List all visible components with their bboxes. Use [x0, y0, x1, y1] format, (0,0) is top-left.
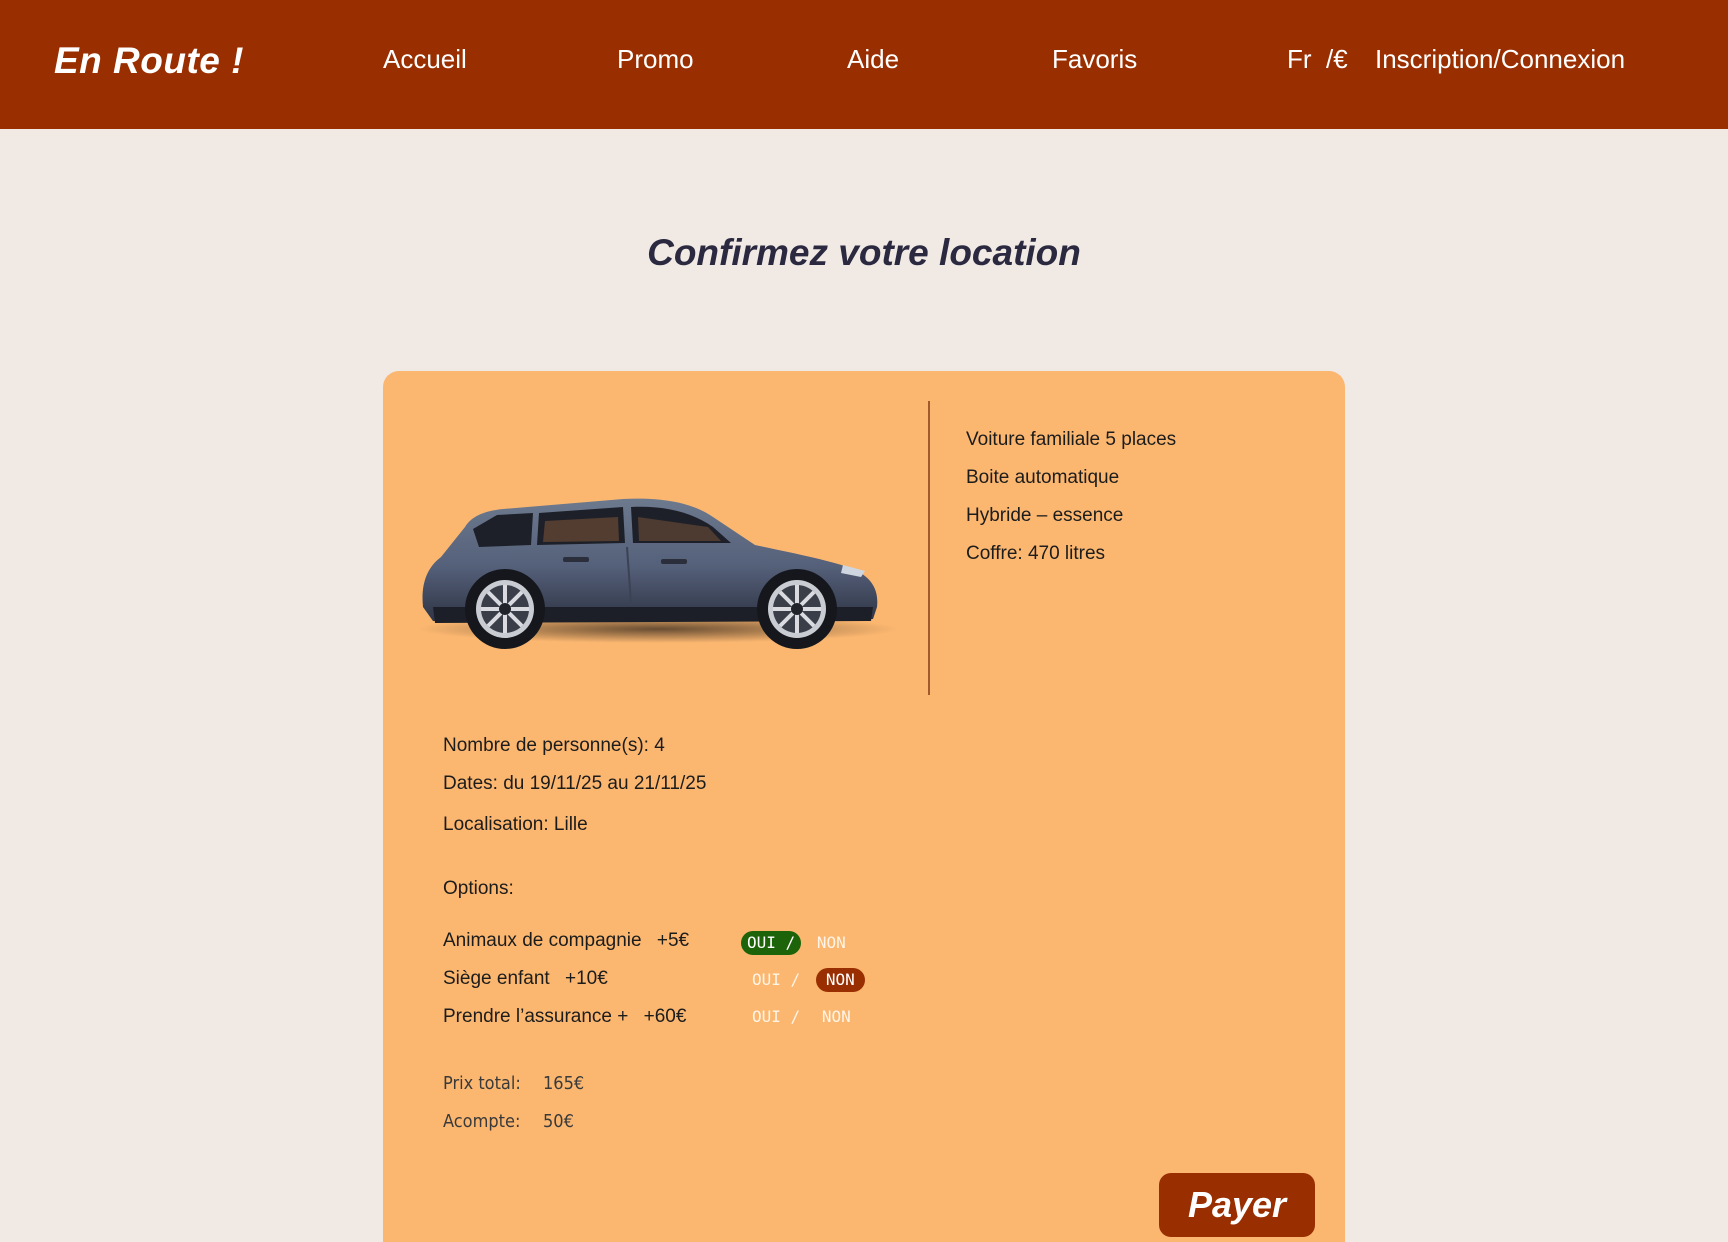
language-selector[interactable]: Fr	[1287, 44, 1312, 75]
option-pets-separator: /	[785, 933, 796, 952]
option-child-seat-yes[interactable]: OUI /	[746, 968, 806, 992]
option-pets-toggle: OUI / NON	[741, 931, 852, 955]
option-child-seat-yes-label: OUI	[752, 970, 781, 989]
rental-location: Localisation: Lille	[443, 814, 588, 835]
nav-favorites[interactable]: Favoris	[1052, 44, 1137, 75]
option-pets-no[interactable]: NON	[811, 931, 852, 955]
option-pets-yes-label: OUI	[747, 933, 776, 952]
page: En Route ! Accueil Promo Aide Favoris Fr…	[0, 0, 1728, 1242]
top-navbar: En Route ! Accueil Promo Aide Favoris Fr…	[0, 0, 1728, 129]
nav-signup-login[interactable]: Inscription/Connexion	[1375, 44, 1625, 75]
site-logo[interactable]: En Route !	[54, 40, 244, 82]
total-price-row: Prix total: 165€	[443, 1073, 584, 1094]
option-pets-label: Animaux de compagnie +5€	[443, 930, 689, 952]
nav-promo[interactable]: Promo	[617, 44, 694, 75]
option-child-seat-toggle: OUI / NON	[746, 968, 865, 992]
option-pets-yes[interactable]: OUI /	[741, 931, 802, 955]
currency-selector[interactable]: /€	[1326, 44, 1348, 75]
option-pets-price: +5€	[656, 930, 690, 951]
spec-type: Voiture familiale 5 places	[966, 429, 1177, 450]
deposit-row: Acompte: 50€	[443, 1111, 574, 1132]
option-insurance-separator: /	[790, 1007, 801, 1026]
option-insurance-yes-label: OUI	[752, 1007, 781, 1026]
option-child-seat-label: Siège enfant +10€	[443, 968, 608, 990]
option-child-seat-name: Siège enfant	[443, 968, 550, 989]
option-child-seat-separator: /	[790, 970, 801, 989]
spec-fuel: Hybride – essence	[966, 505, 1124, 526]
nav-home[interactable]: Accueil	[383, 44, 467, 75]
deposit-label: Acompte:	[443, 1111, 521, 1132]
option-insurance-toggle: OUI / NON	[746, 1005, 857, 1029]
nav-help[interactable]: Aide	[847, 44, 899, 75]
options-heading: Options:	[443, 878, 514, 899]
pay-button[interactable]: Payer	[1159, 1173, 1315, 1237]
spec-gearbox: Boite automatique	[966, 467, 1120, 488]
option-child-seat-no[interactable]: NON	[815, 968, 865, 992]
option-child-seat-price: +10€	[564, 968, 608, 989]
page-title: Confirmez votre location	[647, 232, 1081, 273]
option-insurance-yes[interactable]: OUI /	[746, 1005, 806, 1029]
rental-summary-card: Voiture familiale 5 places Boite automat…	[383, 371, 1345, 1242]
vertical-divider	[928, 401, 930, 695]
total-price-value: 165€	[543, 1073, 585, 1094]
option-insurance-no[interactable]: NON	[816, 1005, 857, 1029]
spec-trunk: Coffre: 470 litres	[966, 543, 1106, 564]
persons-count: Nombre de personne(s): 4	[443, 735, 665, 756]
car-image	[418, 498, 898, 649]
total-price-label: Prix total:	[443, 1073, 521, 1094]
deposit-value: 50€	[543, 1111, 574, 1132]
rental-dates: Dates: du 19/11/25 au 21/11/25	[443, 773, 707, 794]
option-insurance-name: Prendre l’assurance +	[443, 1006, 629, 1027]
option-insurance-label: Prendre l’assurance + +60€	[443, 1006, 686, 1028]
option-insurance-price: +60€	[643, 1006, 687, 1027]
option-pets-name: Animaux de compagnie	[443, 930, 642, 951]
